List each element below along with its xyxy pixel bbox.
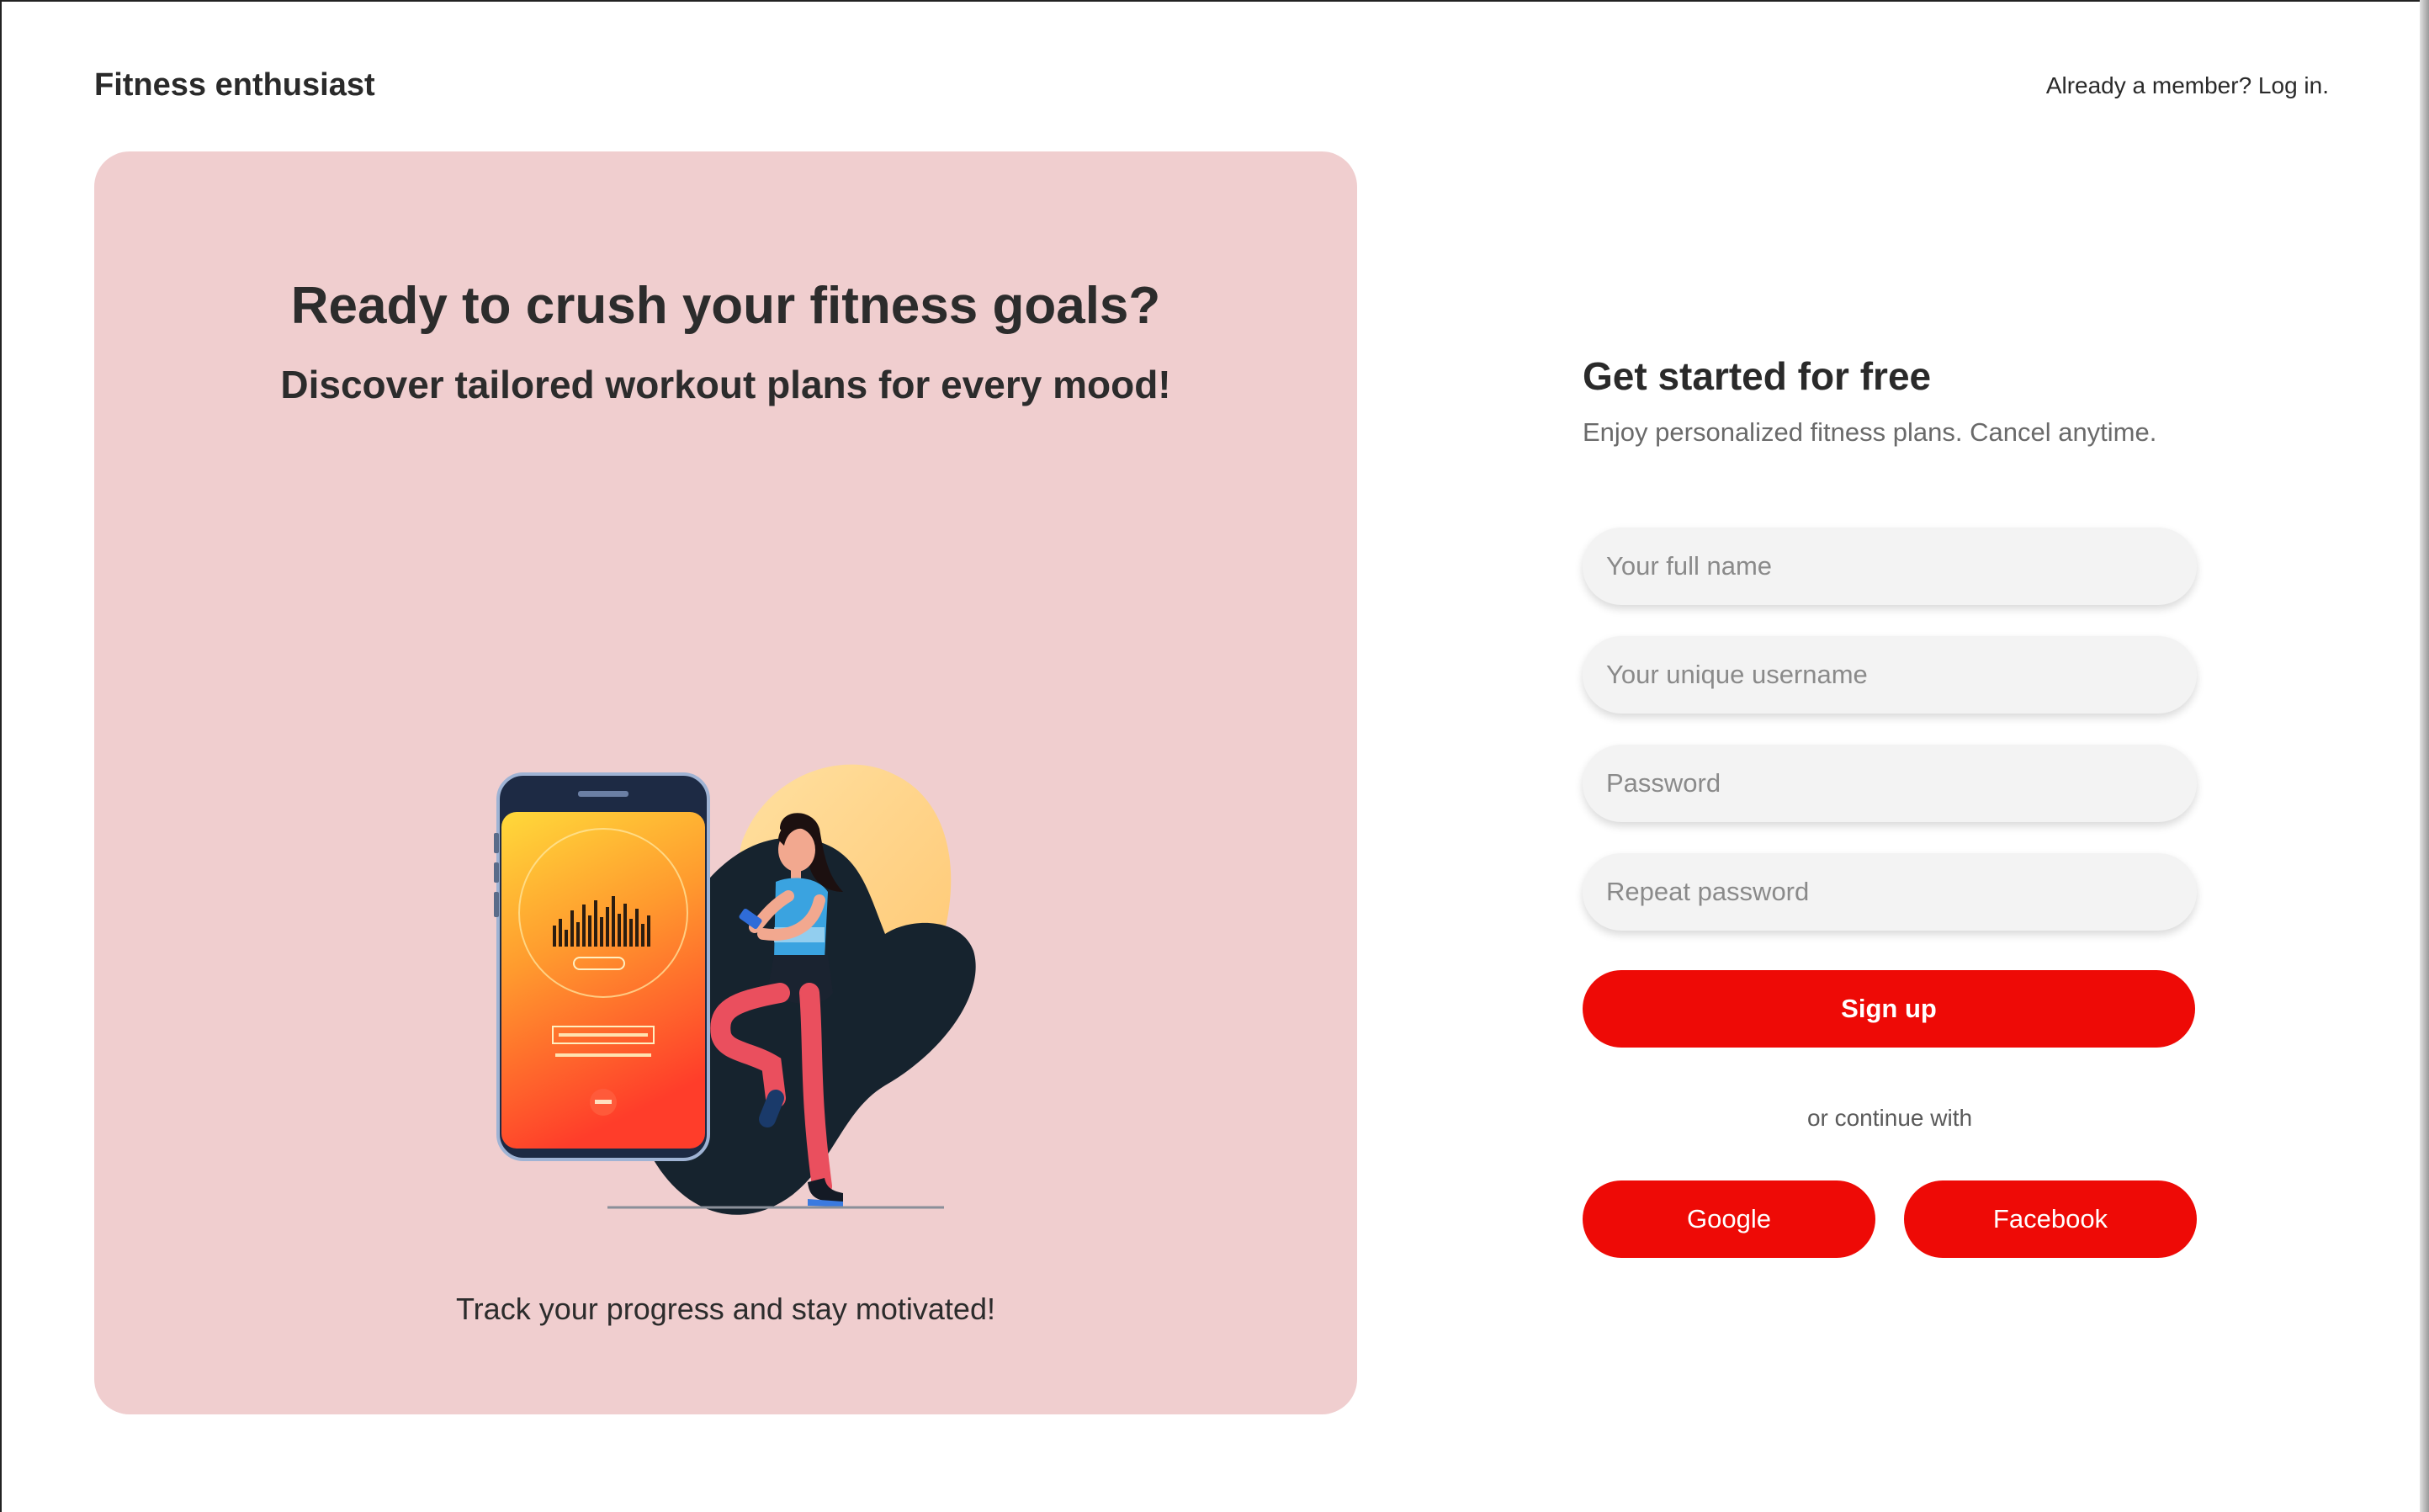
hero-panel: Ready to crush your fitness goals? Disco…	[94, 151, 1357, 1414]
google-button[interactable]: Google	[1583, 1180, 1875, 1258]
login-link[interactable]: Already a member? Log in.	[2046, 72, 2329, 99]
hero-caption: Track your progress and stay motivated!	[456, 1292, 995, 1326]
form-title: Get started for free	[1583, 354, 1932, 398]
brand-logo[interactable]: Fitness enthusiast	[94, 67, 375, 103]
fitness-illustration	[494, 764, 976, 1215]
form-subtitle: Enjoy personalized fitness plans. Cancel…	[1583, 417, 2157, 447]
hero-title: Ready to crush your fitness goals?	[290, 277, 1161, 335]
full-name-input[interactable]	[1583, 528, 2197, 605]
repeat-password-input[interactable]	[1583, 853, 2197, 931]
signup-form: Get started for free Enjoy personalized …	[1583, 353, 2197, 1258]
hero-subtitle: Discover tailored workout plans for ever…	[280, 363, 1171, 406]
signup-button[interactable]: Sign up	[1583, 970, 2195, 1048]
social-login-row: Google Facebook	[1583, 1180, 2197, 1258]
password-input[interactable]	[1583, 745, 2197, 822]
facebook-button[interactable]: Facebook	[1904, 1180, 2197, 1258]
window-edge	[2420, 0, 2429, 1512]
username-input[interactable]	[1583, 636, 2197, 714]
continue-with-label: or continue with	[1806, 1105, 1973, 1131]
phone-illustration-icon	[494, 772, 710, 1161]
